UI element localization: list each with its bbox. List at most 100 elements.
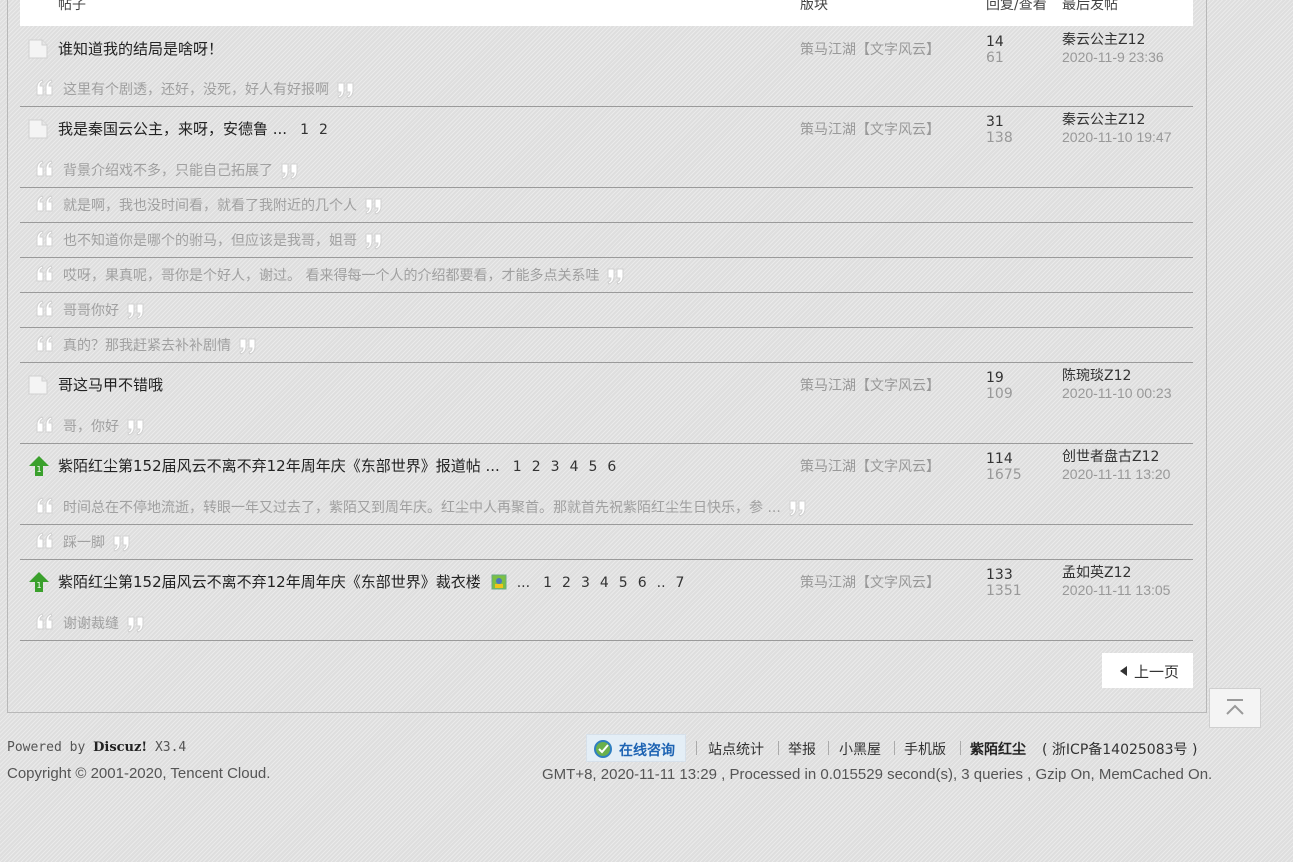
footer-link-stats[interactable]: 站点统计 <box>708 739 764 759</box>
reply-count: 14 <box>986 34 1004 50</box>
reply-quote-content: 哥哥你好 <box>63 303 119 319</box>
page-link[interactable]: 6 <box>607 459 616 475</box>
page-link[interactable]: 3 <box>551 459 560 475</box>
footer-icp-link[interactable]: ( 浙ICP备14025083号 ) <box>1042 739 1197 759</box>
header-forum: 版块 <box>800 0 828 13</box>
quote-close-wrap <box>363 196 385 216</box>
reply-quote-row[interactable]: 真的？那我赶紧去补补剧情 <box>20 327 1193 361</box>
quote-open-icon <box>36 195 53 212</box>
footer-link-report[interactable]: 举报 <box>788 739 816 759</box>
quote-open-icon <box>36 613 53 630</box>
powered-by: Powered by Discuz! X3.4 <box>7 738 270 758</box>
last-post-author[interactable]: 秦云公主Z12 <box>1062 112 1145 129</box>
reply-quote-content: 时间总在不停地流逝，转眼一年又过去了，紫陌又到周年庆。红尘中人再聚首。那就首先祝… <box>63 500 781 516</box>
last-post-author[interactable]: 秦云公主Z12 <box>1062 32 1145 49</box>
thread-title: 紫陌红尘第152届风云不离不弃12年周年庆《东部世界》报道帖 ... 1 2 3 4 5 6 <box>58 455 621 476</box>
page-link[interactable]: 1 <box>513 459 522 475</box>
thread-row[interactable]: 1 紫陌红尘第152届风云不离不弃12年周年庆《东部世界》报道帖 ... 1 2 3 4 5… <box>20 444 1193 484</box>
page-link[interactable]: .. <box>657 575 666 591</box>
reply-quote-row[interactable]: 谢谢裁缝 <box>20 605 1193 639</box>
quote-open-icon <box>36 532 53 549</box>
page-link[interactable]: 2 <box>532 459 541 475</box>
footer-link-blacklist[interactable]: 小黑屋 <box>839 739 881 759</box>
reply-quote-row[interactable]: 时间总在不停地流逝，转眼一年又过去了，紫陌又到周年庆。红尘中人再聚首。那就首先祝… <box>20 489 1193 523</box>
footer-site-name[interactable]: 紫陌红尘 <box>970 739 1026 759</box>
pinned-up-icon: 1 <box>29 572 49 592</box>
thread-title-link[interactable]: 紫陌红尘第152届风云不离不弃12年周年庆《东部世界》裁衣楼 <box>58 573 481 591</box>
thread-forum-link[interactable]: 策马江湖【文字风云】 <box>800 456 940 476</box>
reply-quote-row[interactable]: 这里有个剧透，还好，没死，好人有好报啊 <box>20 71 1193 105</box>
reply-quote-text: 背景介绍戏不多，只能自己拓展了 <box>63 160 301 181</box>
powered-prefix: Powered by <box>7 740 86 755</box>
view-count: 61 <box>986 50 1004 66</box>
footer-divider <box>696 741 697 755</box>
last-post-author[interactable]: 创世者盘古Z12 <box>1062 449 1159 466</box>
last-post-author[interactable]: 孟如英Z12 <box>1062 565 1131 582</box>
page-link[interactable]: 6 <box>638 575 647 591</box>
page-link[interactable]: 5 <box>588 459 597 475</box>
thread-forum-link[interactable]: 策马江湖【文字风云】 <box>800 119 940 139</box>
reply-quote-row[interactable]: 哎呀，果真呢，哥你是个好人，谢过。 看来得每一个人的介绍都要看，才能多点关系哇 <box>20 257 1193 291</box>
quote-open-wrap <box>33 334 55 354</box>
page-link[interactable]: 1 <box>300 122 309 138</box>
pinned-up-icon: 1 <box>29 456 49 476</box>
quote-close-wrap <box>237 336 259 356</box>
reply-quote-row[interactable]: 背景介绍戏不多，只能自己拓展了 <box>20 152 1193 186</box>
thread-title-link[interactable]: 哥这马甲不错哦 <box>58 376 163 394</box>
reply-quote-row[interactable]: 踩一脚 <box>20 524 1193 558</box>
thread-forum-link[interactable]: 策马江湖【文字风云】 <box>800 375 940 395</box>
folder-icon <box>28 375 48 395</box>
quote-close-icon <box>365 198 382 215</box>
footer-gmt-info: GMT+8, 2020-11-11 13:29 , Processed in 0… <box>542 766 1213 783</box>
last-post-author[interactable]: 陈琬琰Z12 <box>1062 368 1131 385</box>
last-post-time[interactable]: 2020-11-11 13:20 <box>1062 466 1170 483</box>
back-to-top-button[interactable] <box>1209 688 1261 728</box>
last-post-time[interactable]: 2020-11-10 00:23 <box>1062 385 1172 402</box>
page-link[interactable]: 7 <box>676 575 685 591</box>
thread-title-link[interactable]: 紫陌红尘第152届风云不离不弃12年周年庆《东部世界》报道帖 ... <box>58 457 500 475</box>
page-link[interactable]: 3 <box>581 575 590 591</box>
reply-quote-row[interactable]: 哥哥你好 <box>20 292 1193 326</box>
page-link[interactable]: 2 <box>319 122 328 138</box>
footer-divider <box>960 741 961 755</box>
thread-row[interactable]: 谁知道我的结局是啥呀！ 策马江湖【文字风云】 14 61 秦云公主Z12 2020-11-… <box>20 27 1193 67</box>
page-link[interactable]: 5 <box>619 575 628 591</box>
quote-close-icon <box>113 535 130 552</box>
page-link[interactable]: 2 <box>562 575 571 591</box>
reply-quote-row[interactable]: 就是啊，我也没时间看，就看了我附近的几个人 <box>20 187 1193 221</box>
thread-icon-wrap <box>28 118 48 139</box>
reply-quote-text: 哥哥你好 <box>63 300 147 321</box>
thread-row[interactable]: 我是秦国云公主，来呀，安德鲁 ... 1 2 策马江湖【文字风云】 31 138 秦云公主Z… <box>20 107 1193 147</box>
page-link[interactable]: 1 <box>543 575 552 591</box>
last-post-time[interactable]: 2020-11-11 13:05 <box>1062 582 1170 599</box>
reply-quote-text: 谢谢裁缝 <box>63 613 147 634</box>
reply-quote-content: 哎呀，果真呢，哥你是个好人，谢过。 看来得每一个人的介绍都要看，才能多点关系哇 <box>63 268 600 284</box>
thread-row[interactable]: 1 紫陌红尘第152届风云不离不弃12年周年庆《东部世界》裁衣楼... 1 2 3 4 5 6… <box>20 560 1193 600</box>
thread-forum-link[interactable]: 策马江湖【文字风云】 <box>800 572 940 592</box>
discuz-link[interactable]: Discuz! <box>93 740 147 755</box>
thread-title-link[interactable]: 谁知道我的结局是啥呀！ <box>58 40 223 58</box>
quote-close-icon <box>789 500 806 517</box>
online-consult-button[interactable]: 在线咨询 <box>586 734 686 762</box>
table-header: 帖子 版块 回复/查看 最后发帖 <box>20 0 1193 26</box>
reply-quote-row[interactable]: 也不知道你是哪个的驸马，但应该是我哥，姐哥 <box>20 222 1193 256</box>
thread-row[interactable]: 哥这马甲不错哦 策马江湖【文字风云】 19 109 陈琬琰Z12 2020-11-10 0… <box>20 363 1193 403</box>
thread-icon-wrap <box>28 374 48 395</box>
row-divider <box>20 222 1193 223</box>
last-post-time[interactable]: 2020-11-10 19:47 <box>1062 129 1172 146</box>
footer-link-mobile[interactable]: 手机版 <box>904 739 946 759</box>
last-post-time[interactable]: 2020-11-9 23:36 <box>1062 49 1164 66</box>
online-consult-label: 在线咨询 <box>619 743 675 759</box>
quote-close-wrap <box>605 266 627 286</box>
page-link[interactable]: 4 <box>600 575 609 591</box>
quote-open-wrap <box>33 78 55 98</box>
thread-icon-wrap <box>28 38 48 59</box>
image-attachment-icon <box>491 574 507 590</box>
prev-page-button[interactable]: 上一页 <box>1102 653 1193 688</box>
powered-version: X3.4 <box>154 740 187 755</box>
reply-quote-row[interactable]: 哥，你好 <box>20 408 1193 442</box>
page-link[interactable]: 4 <box>570 459 579 475</box>
reply-quote-text: 也不知道你是哪个的驸马，但应该是我哥，姐哥 <box>63 230 385 251</box>
thread-forum-link[interactable]: 策马江湖【文字风云】 <box>800 39 940 59</box>
thread-title-link[interactable]: 我是秦国云公主，来呀，安德鲁 ... <box>58 120 287 138</box>
